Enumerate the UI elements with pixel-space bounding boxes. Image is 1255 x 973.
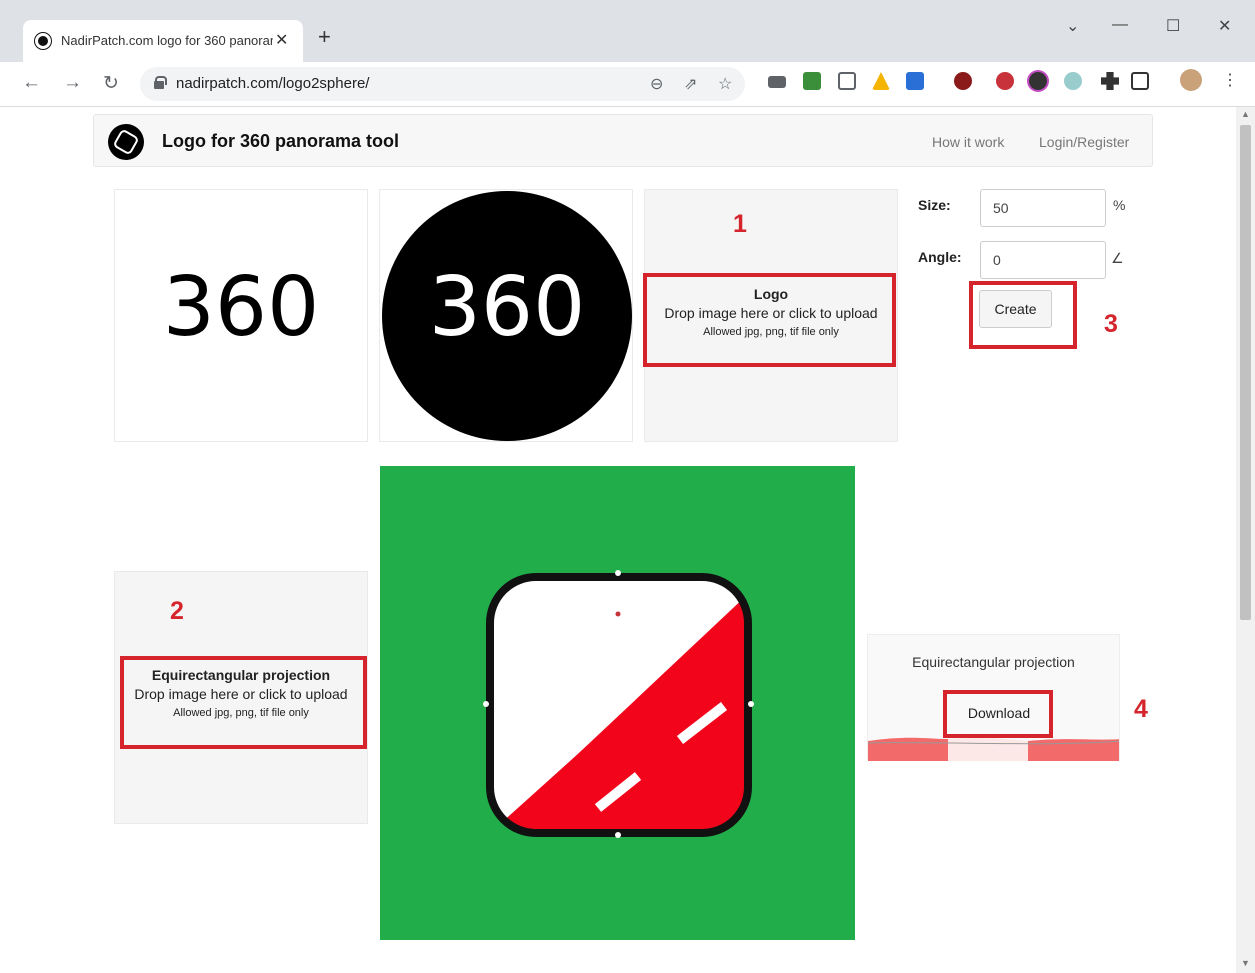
bookmark-star-icon[interactable]: ☆ [718, 74, 732, 94]
logo-original-preview: 360 [114, 189, 368, 442]
scroll-down-icon[interactable]: ▼ [1241, 958, 1250, 968]
download-button-highlight [943, 690, 1053, 738]
angle-input[interactable] [980, 241, 1106, 279]
result-thumbnail [868, 737, 1119, 761]
nav-login-register[interactable]: Login/Register [1039, 134, 1129, 150]
angle-label: Angle: [918, 249, 962, 265]
minimize-icon[interactable]: — [1112, 16, 1128, 34]
share-icon[interactable]: ⇗ [684, 74, 697, 94]
nadir-logo-preview [486, 573, 752, 837]
size-label: Size: [918, 197, 951, 213]
resize-handle-right[interactable] [748, 701, 754, 707]
scrollbar-thumb[interactable] [1240, 125, 1251, 620]
lock-icon [154, 76, 167, 89]
page-scrollbar[interactable]: ▲ ▼ [1236, 107, 1255, 973]
address-bar[interactable]: nadirpatch.com/logo2sphere/ ⊖ ⇗ ☆ [140, 67, 745, 101]
site-favicon-icon [35, 33, 51, 49]
site-header: Logo for 360 panorama tool How it work L… [93, 114, 1153, 167]
size-input[interactable] [980, 189, 1106, 227]
resize-handle-left[interactable] [483, 701, 489, 707]
logo-text-360: 360 [162, 260, 320, 355]
nadir-preview-canvas[interactable] [380, 466, 855, 940]
adblock-extension-icon[interactable] [996, 72, 1014, 90]
browser-menu-icon[interactable]: ⋮ [1222, 70, 1238, 90]
js-extension-icon[interactable] [1064, 72, 1082, 90]
url-text: nadirpatch.com/logo2sphere/ [176, 75, 370, 92]
tab-title: NadirPatch.com logo for 360 panorama too… [61, 33, 273, 48]
nav-how-it-works[interactable]: How it work [932, 134, 1004, 150]
site-title[interactable]: Logo for 360 panorama tool [162, 131, 399, 152]
tab-search-icon[interactable]: ⌄ [1066, 16, 1079, 36]
ublock-extension-icon[interactable] [954, 72, 972, 90]
logo-circle: 360 [382, 191, 632, 441]
forward-icon[interactable]: → [63, 72, 82, 94]
pano-dropzone-highlight [120, 656, 367, 749]
close-window-icon[interactable]: ✕ [1218, 16, 1231, 36]
extension-icon[interactable] [803, 72, 821, 90]
zoom-icon[interactable]: ⊖ [650, 74, 663, 94]
step-2-label: 2 [170, 597, 184, 625]
resize-handle-top[interactable] [615, 570, 621, 576]
site-logo-icon[interactable] [108, 124, 144, 160]
create-button-highlight [969, 281, 1077, 349]
color-extension-icon[interactable] [1029, 72, 1047, 90]
translate-extension-icon[interactable] [906, 72, 924, 90]
side-panel-icon[interactable] [1131, 72, 1149, 90]
maximize-icon[interactable]: ☐ [1166, 16, 1180, 36]
gmail-extension-icon[interactable] [768, 76, 786, 88]
logo-circle-text-360: 360 [428, 260, 586, 355]
screenshot-extension-icon[interactable] [838, 72, 856, 90]
tab-close-icon[interactable]: ✕ [275, 30, 288, 50]
angle-unit-icon: ∠ [1111, 250, 1124, 266]
back-icon[interactable]: ← [22, 72, 41, 94]
profile-avatar[interactable] [1180, 69, 1202, 91]
scroll-up-icon[interactable]: ▲ [1241, 109, 1250, 119]
browser-tab[interactable]: NadirPatch.com logo for 360 panorama too… [23, 20, 303, 62]
step-4-label: 4 [1134, 695, 1148, 723]
reload-icon[interactable]: ↻ [103, 72, 119, 95]
step-3-label: 3 [1104, 310, 1118, 338]
size-unit: % [1113, 197, 1126, 213]
result-title: Equirectangular projection [912, 654, 1075, 670]
logo-circle-preview: 360 [379, 189, 633, 442]
browser-tab-bar: NadirPatch.com logo for 360 panorama too… [0, 0, 1255, 62]
resize-handle-bottom[interactable] [615, 832, 621, 838]
step-1-label: 1 [733, 210, 747, 238]
new-tab-button[interactable]: + [318, 24, 331, 50]
logo-dropzone-highlight [643, 273, 896, 367]
